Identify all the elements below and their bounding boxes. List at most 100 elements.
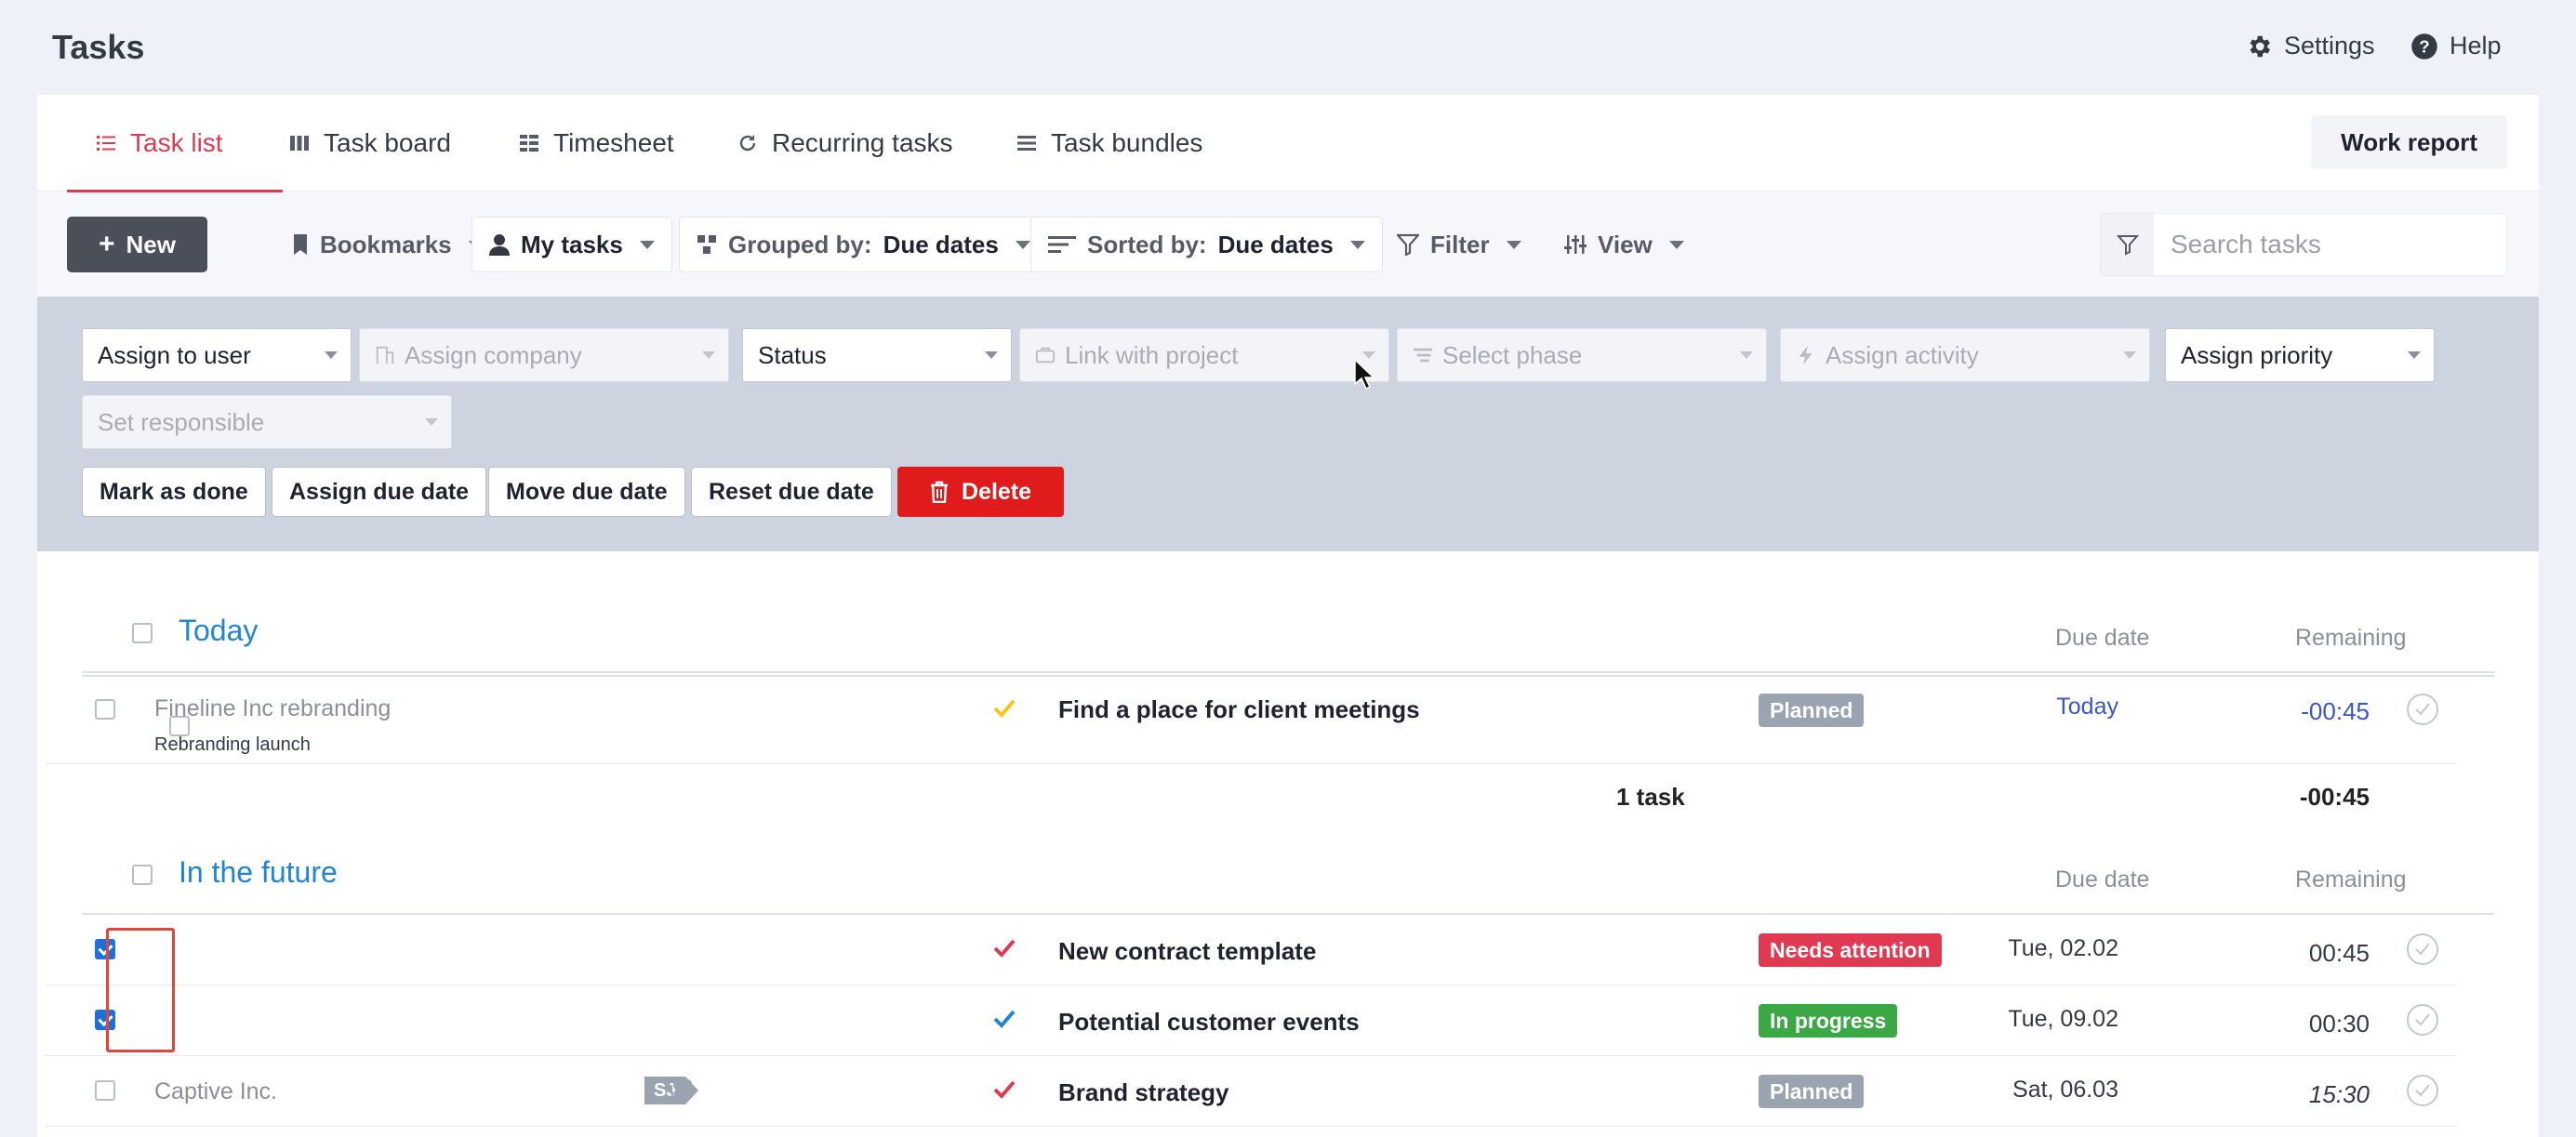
view-dropdown[interactable]: View [1547,217,1701,272]
total-remaining: -00:45 [2299,783,2370,811]
project-name[interactable]: Captive Inc. [154,1078,277,1105]
grouped-by-dropdown[interactable]: Grouped by: Due dates [679,217,1048,272]
group-select-checkbox[interactable] [132,623,153,643]
remaining-time: 15:30 [2308,1080,2370,1108]
move-due-date-button[interactable]: Move due date [488,467,685,517]
complete-toggle-icon[interactable] [2407,1075,2438,1106]
tab-label: Task list [130,128,223,157]
sorted-prefix: Sorted by: [1087,230,1207,258]
select-label: Status [758,340,827,369]
tab-bar: Task list Task board Timesheet Recurring… [37,95,2539,192]
assign-company-select[interactable]: Assign company [359,328,729,382]
complete-toggle-icon[interactable] [2407,694,2438,725]
table-row[interactable]: Potential customer events In progress Tu… [45,985,2457,1056]
my-tasks-dropdown[interactable]: My tasks [471,217,672,272]
tab-task-bundles[interactable]: Task bundles [1016,95,1202,192]
filter-dropdown[interactable]: Filter [1380,217,1538,272]
row-checkbox[interactable] [95,699,115,720]
assign-due-date-button[interactable]: Assign due date [272,467,487,517]
row-checkbox[interactable] [95,1080,115,1101]
col-due-date[interactable]: Due date [2055,866,2149,893]
bookmarks-dropdown[interactable]: Bookmarks [275,217,500,272]
reset-due-date-button[interactable]: Reset due date [691,467,892,517]
task-name[interactable]: Brand strategy [1058,1078,1229,1107]
filter-label: Filter [1430,230,1490,258]
search-filter-icon[interactable] [2101,214,2154,275]
due-date: Sat, 06.03 [2012,1077,2118,1103]
delete-button[interactable]: Delete [897,467,1065,517]
task-name[interactable]: Potential customer events [1058,1008,1360,1037]
my-tasks-label: My tasks [521,230,623,258]
chevron-down-icon [1740,351,1753,359]
select-label: Assign to user [98,340,251,369]
view-label: View [1598,230,1653,258]
grouped-value: Due dates [883,230,999,258]
table-row[interactable]: New contract template Needs attention Tu… [45,915,2457,985]
due-date: Tue, 09.02 [2008,1006,2118,1032]
task-name[interactable]: New contract template [1058,937,1316,966]
assign-priority-select[interactable]: Assign priority [2165,328,2435,382]
priority-check-icon [993,939,1016,958]
due-date: Tue, 02.02 [2008,935,2118,961]
lightning-icon [1799,345,1812,365]
mouse-cursor-icon [1354,359,1374,390]
group-title-future[interactable]: In the future [179,855,338,890]
status-select[interactable]: Status [742,328,1012,382]
select-label: Link with project [1065,340,1239,369]
gear-icon [2250,35,2270,57]
status-badge: In progress [1759,1004,1898,1038]
priority-check-icon [993,1010,1016,1028]
toolbar: + New Bookmarks My tasks Grouped by: Due… [37,192,2539,297]
group-title-today[interactable]: Today [179,614,258,648]
col-remaining[interactable]: Remaining [2295,866,2407,893]
chevron-down-icon [1362,351,1375,359]
select-label: Assign priority [2181,340,2333,369]
chevron-down-icon [2123,351,2136,359]
select-label: Select phase [1442,340,1583,369]
help-label: Help [2450,32,2502,59]
phase-name: Rebranding launch [154,734,311,755]
settings-link[interactable]: Settings [2245,32,2375,60]
plus-icon: + [99,229,115,259]
priority-check-icon [993,1080,1016,1099]
search-input[interactable] [2154,214,2506,275]
grouped-prefix: Grouped by: [728,230,872,258]
complete-toggle-icon[interactable] [2407,1004,2438,1036]
link-project-select[interactable]: Link with project [1019,328,1389,382]
briefcase-icon [1035,347,1056,364]
tab-task-list[interactable]: Task list [67,95,283,192]
select-label: Assign company [405,340,582,369]
work-report-button[interactable]: Work report [2311,115,2507,169]
task-count: 1 task [1616,783,1685,811]
mark-as-done-button[interactable]: Mark as done [82,467,266,517]
table-row[interactable]: Fineline Inc rebranding Rebranding launc… [45,673,2457,764]
group-select-checkbox[interactable] [132,865,153,885]
assign-activity-select[interactable]: Assign activity [1780,328,2150,382]
timesheet-icon [520,135,538,152]
chevron-down-icon [1349,240,1365,249]
complete-toggle-icon[interactable] [2407,933,2438,965]
group-summary: 1 task -00:45 [45,764,2457,839]
tab-recurring-tasks[interactable]: Recurring tasks [737,95,953,192]
chevron-down-icon [1506,240,1521,249]
col-due-date[interactable]: Due date [2055,625,2149,652]
task-name[interactable]: Find a place for client meetings [1058,695,1420,724]
tab-label: Recurring tasks [772,128,953,157]
selection-highlight [106,928,175,1052]
list-icon [97,136,115,151]
col-remaining[interactable]: Remaining [2295,625,2407,652]
assign-user-select[interactable]: Assign to user [82,328,352,382]
chevron-down-icon [325,351,338,359]
select-phase-select[interactable]: Select phase [1397,328,1767,382]
new-task-button[interactable]: + New [67,217,207,272]
set-responsible-select[interactable]: Set responsible [82,395,452,449]
tab-task-board[interactable]: Task board [288,95,451,192]
project-name[interactable]: Fineline Inc rebranding [154,695,391,722]
recurring-icon [739,135,756,152]
help-link[interactable]: ? Help [2410,32,2502,60]
tab-timesheet[interactable]: Timesheet [518,95,674,192]
svg-text:?: ? [2419,36,2429,56]
table-row[interactable]: Captive Inc. SJ Brand strategy Planned S… [45,1056,2457,1127]
sorted-by-dropdown[interactable]: Sorted by: Due dates [1030,217,1383,272]
status-badge: Planned [1759,1075,1865,1108]
